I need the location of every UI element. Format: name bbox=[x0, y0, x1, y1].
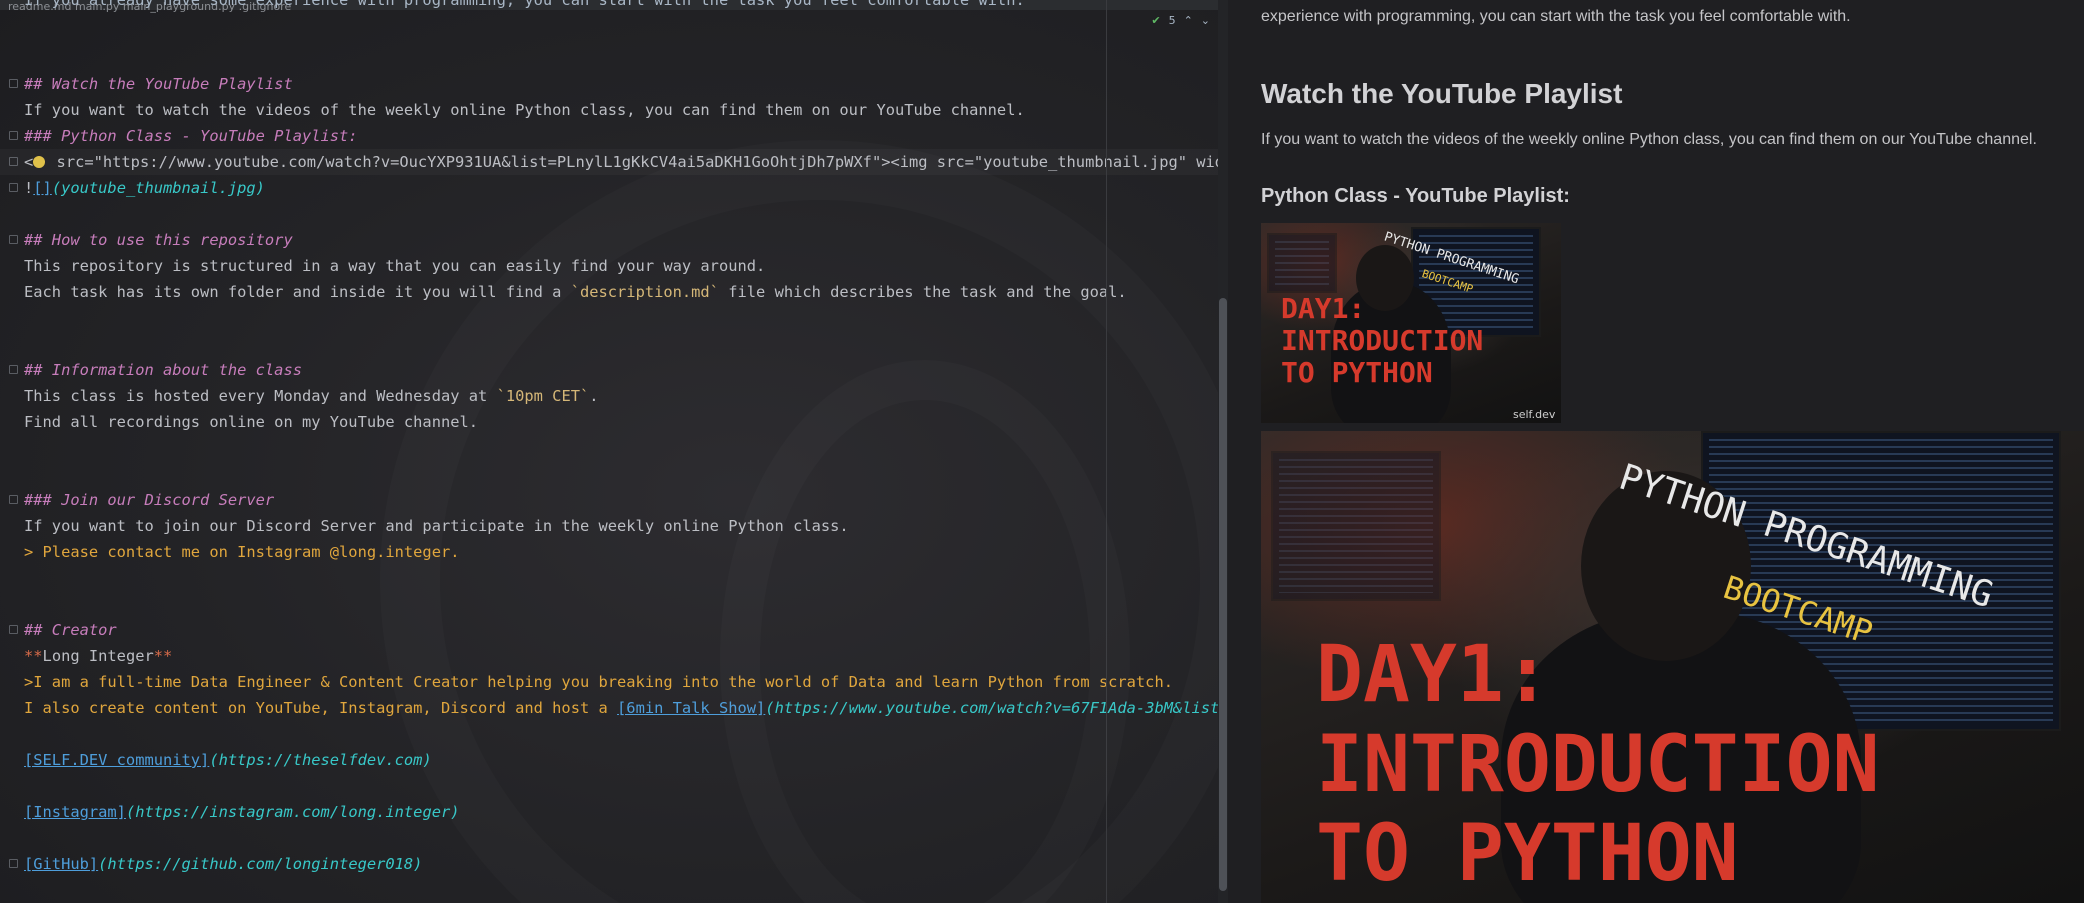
fold-marker-icon[interactable] bbox=[9, 131, 18, 140]
right-margin-guide bbox=[1106, 0, 1107, 903]
editor-line[interactable]: Each task has its own folder and inside … bbox=[24, 279, 1127, 305]
fold-marker-icon[interactable] bbox=[9, 625, 18, 634]
editor-line[interactable]: >I am a full-time Data Engineer & Conten… bbox=[24, 669, 1173, 695]
editor-line[interactable]: [SELF.DEV community](https://theselfdev.… bbox=[24, 747, 432, 773]
youtube-thumbnail-small[interactable]: PYTHON PROGRAMMING BOOTCAMP DAY1: INTROD… bbox=[1261, 223, 1561, 423]
editor-line[interactable]: ### Join our Discord Server bbox=[24, 487, 274, 513]
fold-marker-icon[interactable] bbox=[9, 859, 18, 868]
md-text: < bbox=[24, 153, 34, 171]
preview-subheading: Python Class - YouTube Playlist: bbox=[1261, 185, 1570, 207]
preview-heading-playlist: Watch the YouTube Playlist bbox=[1261, 78, 1623, 109]
editor-line-current[interactable]: < src="https://www.youtube.com/watch?v=O… bbox=[0, 149, 1228, 175]
chevron-down-icon[interactable]: ⌄ bbox=[1201, 14, 1210, 27]
chevron-up-icon[interactable]: ⌃ bbox=[1184, 14, 1193, 27]
editor-line[interactable]: ## How to use this repository bbox=[24, 227, 293, 253]
md-text: Each task has its own folder and inside … bbox=[24, 283, 571, 301]
fold-marker-icon[interactable] bbox=[9, 79, 18, 88]
md-image-ref: [] bbox=[33, 179, 52, 197]
md-heading: ### Python Class - YouTube Playlist: bbox=[24, 127, 358, 145]
markdown-editor[interactable]: readme.md main.py main_playground.py .gi… bbox=[0, 0, 1228, 903]
editor-line[interactable]: If you want to join our Discord Server a… bbox=[24, 513, 849, 539]
thumbnail-title: DAY1: INTRODUCTION TO PYTHON bbox=[1316, 630, 1880, 900]
md-url[interactable]: (https://www.youtube.com/watch?v=67F1Ada… bbox=[765, 699, 1228, 717]
check-icon: ✔ bbox=[1151, 14, 1161, 27]
md-blockquote: > Please contact me on Instagram @long.i… bbox=[24, 543, 460, 561]
editor-line[interactable]: Find all recordings online on my YouTube… bbox=[24, 409, 478, 435]
editor-line[interactable]: ## Creator bbox=[24, 617, 117, 643]
editor-line[interactable]: This class is hosted every Monday and We… bbox=[24, 383, 599, 409]
inspection-count: 5 bbox=[1168, 14, 1176, 27]
md-blockquote: I also create content on YouTube, Instag… bbox=[24, 699, 618, 717]
inspection-widget[interactable]: ✔ 5 ⌃ ⌄ bbox=[1151, 14, 1210, 27]
editor-line[interactable]: I also create content on YouTube, Instag… bbox=[24, 695, 1228, 721]
md-blockquote: >I am a full-time Data Engineer & Conten… bbox=[24, 673, 1173, 691]
md-text: This class is hosted every Monday and We… bbox=[24, 387, 497, 405]
editor-scrollbar-thumb[interactable] bbox=[1219, 298, 1227, 891]
md-link-ref[interactable]: [SELF.DEV community] bbox=[24, 751, 209, 769]
fold-marker-icon[interactable] bbox=[9, 235, 18, 244]
md-code: `description.md` bbox=[570, 283, 719, 301]
preview-paragraph: If you want to watch the videos of the w… bbox=[1261, 131, 2037, 148]
editor-line[interactable]: > Please contact me on Instagram @long.i… bbox=[24, 539, 460, 565]
editor-line[interactable]: ## Watch the YouTube Playlist bbox=[24, 71, 293, 97]
md-url[interactable]: (https://instagram.com/long.integer) bbox=[126, 803, 460, 821]
md-heading: ## How to use this repository bbox=[24, 231, 293, 249]
thumbnail-brand: self.dev bbox=[1513, 408, 1556, 421]
fold-marker-icon[interactable] bbox=[9, 365, 18, 374]
md-heading: ## Watch the YouTube Playlist bbox=[24, 75, 293, 93]
md-heading: ### Join our Discord Server bbox=[24, 491, 275, 509]
fold-marker-icon[interactable] bbox=[9, 183, 18, 192]
md-link-ref[interactable]: [GitHub] bbox=[24, 855, 98, 873]
md-text: . bbox=[589, 387, 599, 405]
md-bold-text: Long Integer bbox=[42, 647, 154, 665]
md-link-ref[interactable]: [Instagram] bbox=[24, 803, 126, 821]
md-text: If you want to join our Discord Server a… bbox=[24, 517, 849, 535]
editor-line[interactable]: [Instagram](https://instagram.com/long.i… bbox=[24, 799, 460, 825]
thumbnail-title: DAY1: INTRODUCTION TO PYTHON bbox=[1281, 292, 1484, 390]
md-url[interactable]: (https://theselfdev.com) bbox=[209, 751, 431, 769]
markdown-preview[interactable]: experience with programming, you can sta… bbox=[1228, 0, 2084, 903]
editor-line[interactable]: This repository is structured in a way t… bbox=[24, 253, 765, 279]
editor-line[interactable]: ### Python Class - YouTube Playlist: bbox=[24, 123, 358, 149]
md-url: (youtube_thumbnail.jpg) bbox=[51, 179, 265, 197]
md-text: ! bbox=[24, 179, 34, 197]
md-heading: ## Creator bbox=[24, 621, 117, 639]
md-link-ref[interactable]: [6min Talk Show] bbox=[617, 699, 765, 717]
editor-line[interactable]: [GitHub](https://github.com/longinteger0… bbox=[24, 851, 422, 877]
editor-line[interactable]: ## Information about the class bbox=[24, 357, 302, 383]
editor-line[interactable]: If you want to watch the videos of the w… bbox=[24, 97, 1025, 123]
md-text: file which describes the task and the go… bbox=[718, 283, 1127, 301]
md-url[interactable]: (https://github.com/longinteger018) bbox=[98, 855, 422, 873]
editor-line-cut: If you already have some experience with… bbox=[24, 0, 1025, 9]
md-bold-marker: ** bbox=[153, 647, 173, 665]
md-text: If you want to watch the videos of the w… bbox=[24, 101, 1025, 119]
editor-line[interactable]: ![](youtube_thumbnail.jpg) bbox=[24, 175, 265, 201]
youtube-thumbnail-large[interactable]: PYTHON PROGRAMMING BOOTCAMP DAY1: INTROD… bbox=[1261, 431, 2084, 903]
editor-line[interactable]: **Long Integer** bbox=[24, 643, 172, 669]
preview-paragraph: experience with programming, you can sta… bbox=[1261, 8, 1851, 25]
md-bold-marker: ** bbox=[24, 647, 43, 665]
md-html: src="https://www.youtube.com/watch?v=Ouc… bbox=[47, 153, 1228, 171]
lightbulb-icon[interactable] bbox=[33, 156, 46, 168]
md-text: This repository is structured in a way t… bbox=[24, 257, 766, 275]
fold-marker-icon[interactable] bbox=[9, 495, 18, 504]
md-text: Find all recordings online on my YouTube… bbox=[24, 413, 479, 431]
md-heading: ## Information about the class bbox=[24, 361, 302, 379]
md-code: `10pm CET` bbox=[496, 387, 590, 405]
